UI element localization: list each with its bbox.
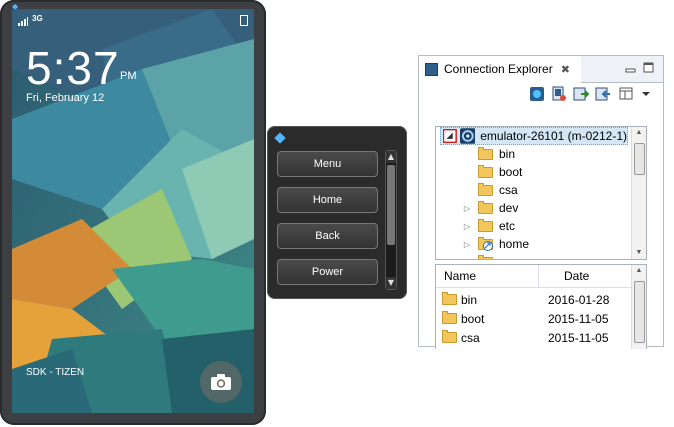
scroll-down-icon[interactable]: ▼ bbox=[386, 277, 396, 289]
panel-indicator-icon bbox=[274, 132, 286, 144]
tab-strip bbox=[581, 56, 663, 83]
layout-menu-icon[interactable] bbox=[619, 86, 635, 102]
tree-item-label: home bbox=[499, 237, 530, 251]
file-list-table: Name Date bin 2016-01-28 boot 2015-11-05… bbox=[435, 264, 647, 349]
emulator-screen[interactable]: 3G 5:37 PM Fri, February 12 SDK - TIZEN bbox=[12, 9, 254, 413]
tree-device-node[interactable]: emulator-26101 (m-0212-1) bbox=[440, 127, 628, 145]
panel-scrollbar[interactable]: ▲ ▼ bbox=[385, 150, 397, 290]
view-title: Connection Explorer bbox=[444, 62, 553, 76]
device-label: emulator-26101 (m-0212-1) bbox=[480, 129, 627, 143]
tree-scrollbar[interactable]: ▲ ▼ bbox=[631, 127, 646, 259]
panel-scroll-thumb[interactable] bbox=[387, 165, 395, 245]
tree-scroll-thumb[interactable] bbox=[634, 143, 645, 175]
table-scroll-thumb[interactable] bbox=[634, 281, 645, 343]
expand-arrow-icon[interactable]: ▷ bbox=[462, 204, 472, 213]
linked-folder-icon bbox=[478, 237, 493, 251]
battery-icon bbox=[240, 15, 248, 26]
status-bar: 3G bbox=[16, 13, 250, 27]
power-button[interactable]: Power bbox=[277, 259, 378, 285]
folder-icon bbox=[442, 292, 457, 305]
table-row[interactable]: bin 2016-01-28 bbox=[436, 290, 632, 309]
tree-item-csa[interactable]: csa bbox=[462, 181, 518, 199]
carrier-label: SDK - TIZEN bbox=[26, 367, 85, 378]
connection-explorer-view: Connection Explorer ✖ emulator-26101 (m-… bbox=[418, 55, 664, 349]
tree-item-label: csa bbox=[499, 183, 518, 197]
folder-icon bbox=[442, 330, 457, 343]
lockscreen-date: Fri, February 12 bbox=[26, 92, 105, 104]
tree-item-home[interactable]: ▷ home bbox=[462, 235, 529, 253]
explorer-toolbar bbox=[419, 82, 663, 108]
emulator-control-panel: Menu Home Back Power ▲ ▼ bbox=[267, 126, 407, 299]
minimize-icon[interactable] bbox=[625, 62, 636, 73]
folder-icon bbox=[478, 254, 493, 259]
connect-device-icon[interactable] bbox=[529, 86, 545, 102]
device-file-tree: emulator-26101 (m-0212-1) bin boot csa ▷… bbox=[435, 126, 647, 260]
connection-explorer-icon bbox=[425, 62, 438, 76]
camera-icon bbox=[211, 374, 231, 390]
tree-item-label: bin bbox=[499, 147, 516, 161]
expand-arrow-icon[interactable]: ▷ bbox=[462, 222, 472, 231]
maximize-icon[interactable] bbox=[643, 62, 654, 73]
network-type: 3G bbox=[32, 14, 43, 23]
tree-item-label: boot bbox=[499, 165, 523, 179]
close-tab-icon[interactable]: ✖ bbox=[561, 63, 570, 76]
table-row[interactable]: boot 2015-11-05 bbox=[436, 309, 632, 328]
folder-icon bbox=[478, 146, 493, 160]
collapse-toggle-icon[interactable] bbox=[443, 129, 457, 143]
back-button[interactable]: Back bbox=[277, 223, 378, 249]
tree-item-label: etc bbox=[499, 219, 516, 233]
scroll-down-icon[interactable]: ▼ bbox=[632, 247, 646, 259]
push-file-icon[interactable] bbox=[573, 86, 589, 102]
scroll-up-icon[interactable]: ▲ bbox=[386, 151, 396, 163]
tree-item-boot[interactable]: boot bbox=[462, 163, 522, 181]
table-scrollbar[interactable]: ▲ bbox=[631, 265, 646, 349]
signal-icon bbox=[18, 17, 28, 26]
menu-button[interactable]: Menu bbox=[277, 151, 378, 177]
pull-file-icon[interactable] bbox=[595, 86, 611, 102]
lockscreen-clock: 5:37 bbox=[26, 42, 120, 94]
tree-item-bin[interactable]: bin bbox=[462, 145, 515, 163]
folder-icon bbox=[478, 200, 493, 214]
view-menu-chevron-down-icon[interactable] bbox=[641, 86, 651, 102]
row-date: 2016-01-28 bbox=[548, 292, 610, 307]
emulator-icon bbox=[459, 128, 476, 144]
device-manager-icon[interactable] bbox=[551, 86, 567, 102]
row-name: boot bbox=[461, 311, 485, 326]
row-name: csa bbox=[461, 330, 480, 345]
row-name: bin bbox=[461, 292, 478, 307]
camera-shortcut-button[interactable] bbox=[200, 361, 242, 403]
column-header-date[interactable]: Date bbox=[564, 269, 589, 283]
table-header: Name Date bbox=[436, 265, 632, 288]
scroll-up-icon[interactable]: ▲ bbox=[632, 265, 646, 277]
folder-icon bbox=[478, 164, 493, 178]
table-row[interactable]: csa 2015-11-05 bbox=[436, 328, 632, 347]
column-header-name[interactable]: Name bbox=[444, 269, 476, 283]
home-button[interactable]: Home bbox=[277, 187, 378, 213]
clock-ampm: PM bbox=[120, 70, 137, 82]
folder-icon bbox=[478, 218, 493, 232]
tree-item-dev[interactable]: ▷ dev bbox=[462, 199, 518, 217]
tree-item-etc[interactable]: ▷ etc bbox=[462, 217, 515, 235]
emulator-device-frame: ◆ 3G 5:37 PM Fri, February 12 SDK - TIZE… bbox=[0, 0, 266, 425]
folder-icon bbox=[442, 311, 457, 324]
tree-item-label: dev bbox=[499, 201, 519, 215]
row-date: 2015-11-05 bbox=[548, 311, 609, 326]
expand-arrow-icon[interactable]: ▷ bbox=[462, 240, 472, 249]
tab-connection-explorer[interactable]: Connection Explorer ✖ bbox=[419, 56, 582, 82]
scroll-up-icon[interactable]: ▲ bbox=[632, 127, 646, 139]
row-date: 2015-11-05 bbox=[548, 330, 609, 345]
folder-icon bbox=[478, 182, 493, 196]
tree-item-partial: ▷ bbox=[462, 253, 493, 259]
